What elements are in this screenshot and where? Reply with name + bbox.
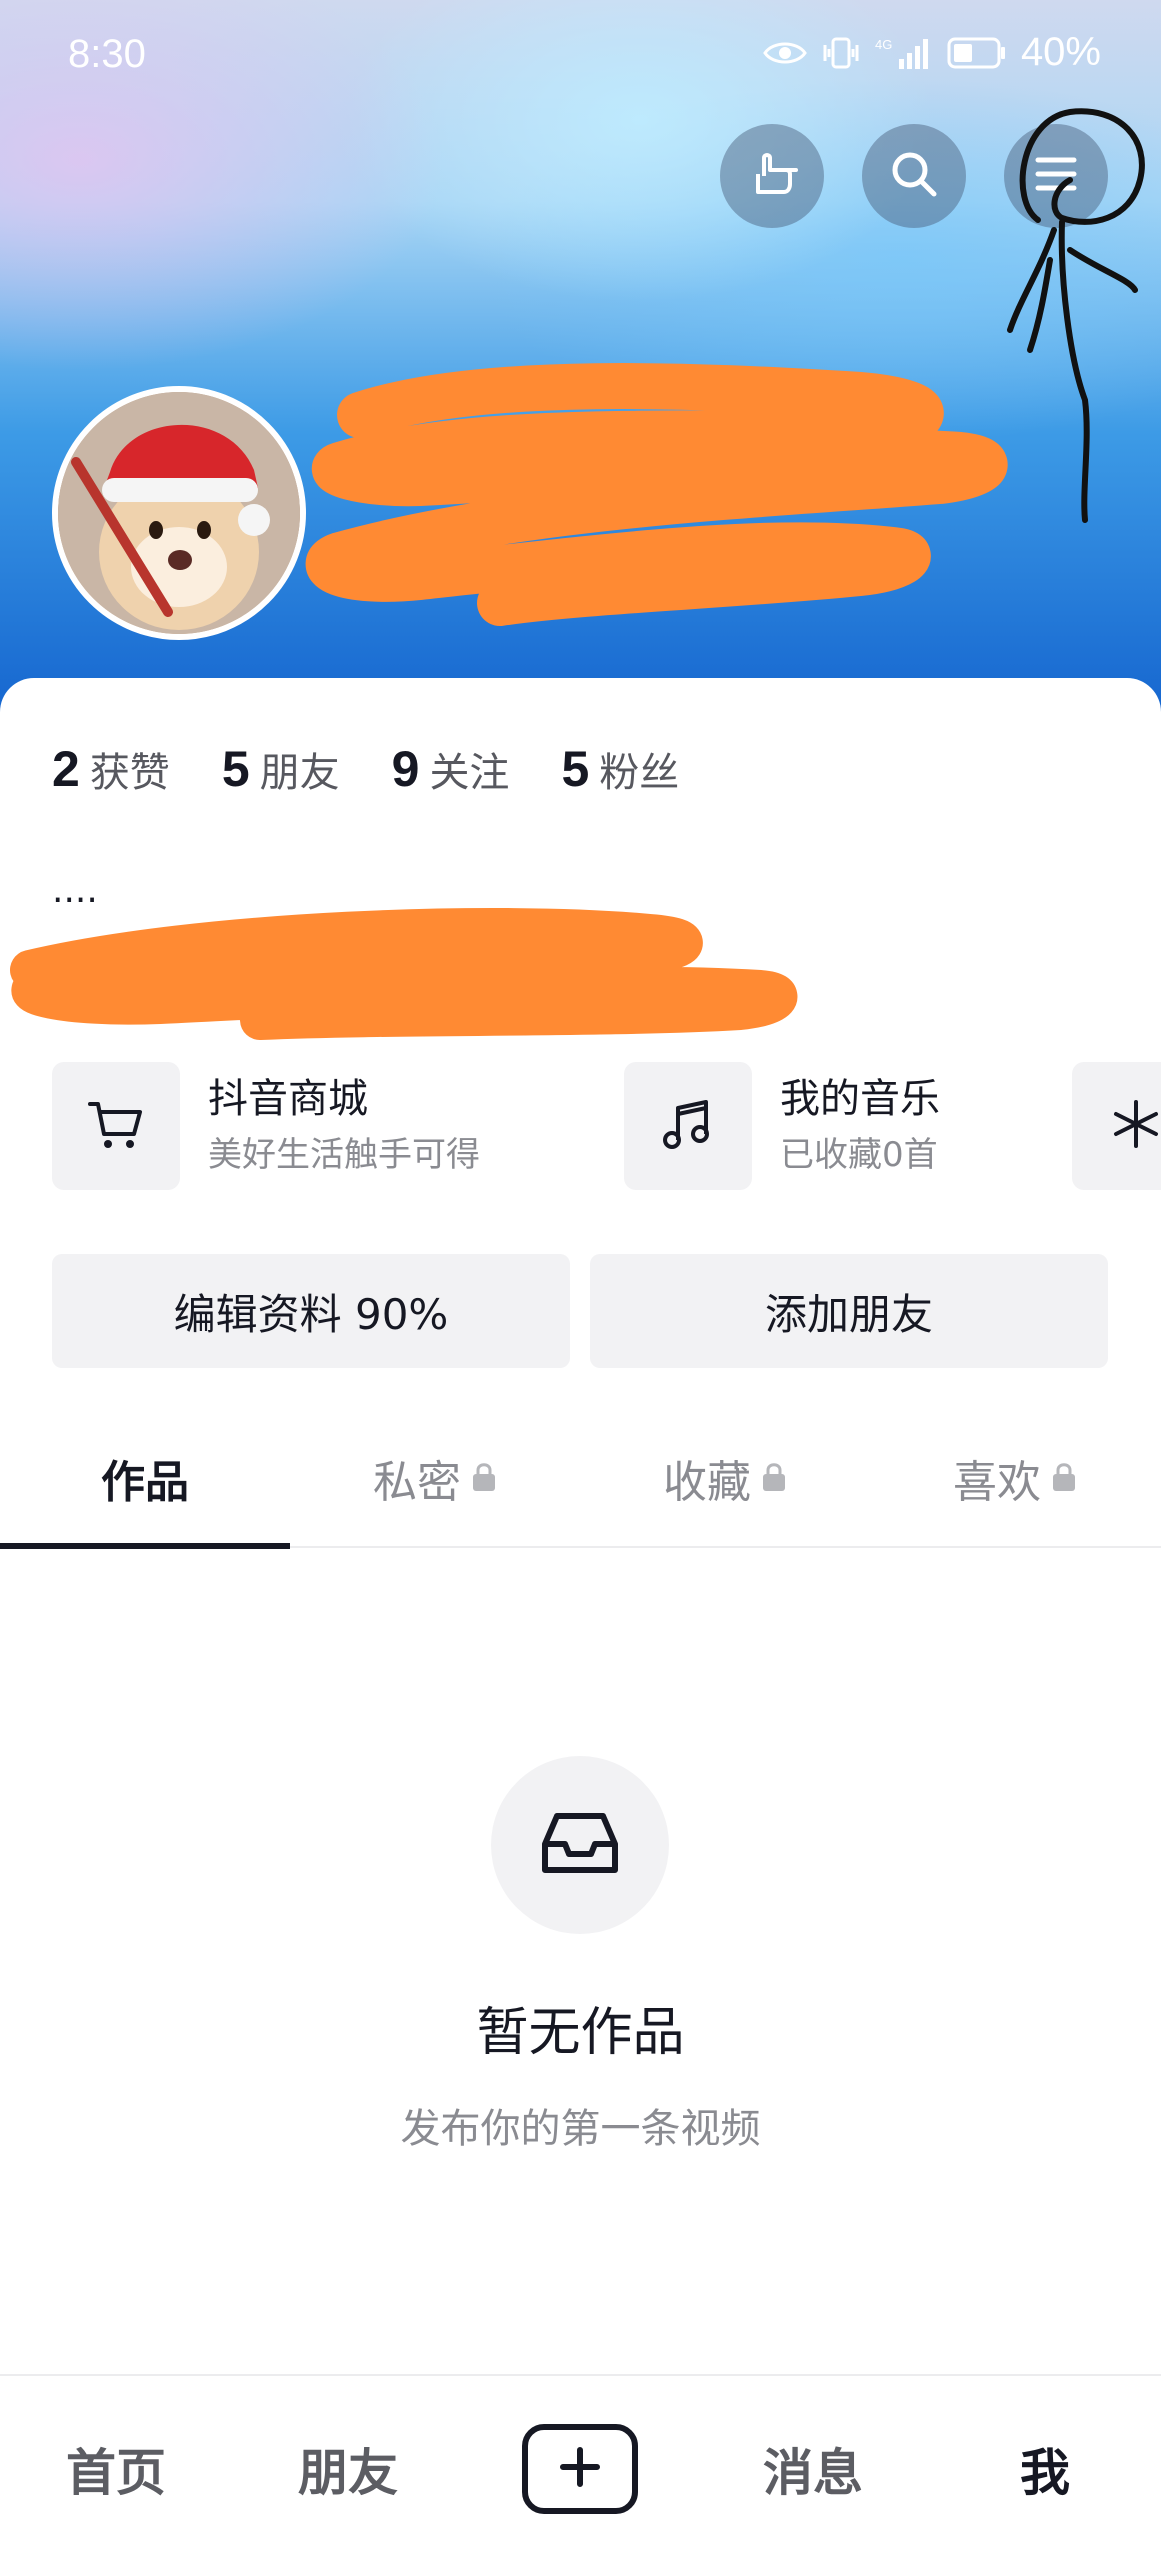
tab-private-label: 私密 bbox=[373, 1457, 461, 1508]
lock-icon bbox=[761, 1453, 787, 1504]
stat-following[interactable]: 9 关注 bbox=[392, 740, 510, 798]
stat-followers[interactable]: 5 粉丝 bbox=[561, 740, 679, 798]
empty-state-subtitle: 发布你的第一条视频 bbox=[400, 2106, 761, 2152]
tab-likes[interactable]: 喜欢 bbox=[870, 1408, 1160, 1548]
service-mall-text: 抖音商城 美好生活触手可得 bbox=[208, 1073, 480, 1179]
avatar-hamster-image bbox=[58, 392, 300, 634]
service-music-text: 我的音乐 已收藏0首 bbox=[780, 1073, 940, 1179]
edit-profile-button[interactable]: 编辑资料 90% bbox=[52, 1254, 570, 1368]
service-more[interactable] bbox=[1072, 1062, 1161, 1190]
service-music-title: 我的音乐 bbox=[780, 1076, 940, 1122]
content-tabs: 作品 私密 收藏 喜欢 bbox=[0, 1408, 1161, 1549]
active-tab-indicator bbox=[0, 1543, 290, 1549]
plus-icon bbox=[557, 2444, 603, 2494]
status-time: 8:30 bbox=[68, 32, 146, 76]
cart-icon-box bbox=[52, 1062, 180, 1190]
battery-percent: 40% bbox=[1020, 30, 1101, 74]
profile-page: 8:30 4G 40% 2 获赞 5 朋友 9 关注 5 粉丝 .... 抖音商… bbox=[0, 0, 1161, 2560]
nav-friends[interactable]: 朋友 bbox=[232, 2376, 464, 2560]
gesture-icon bbox=[744, 146, 800, 206]
tab-likes-label: 喜欢 bbox=[953, 1457, 1041, 1508]
search-icon bbox=[886, 146, 942, 206]
stat-friends[interactable]: 5 朋友 bbox=[222, 740, 340, 798]
inbox-icon bbox=[537, 1808, 623, 1882]
stat-following-value: 9 bbox=[391, 741, 420, 797]
nav-me[interactable]: 我 bbox=[929, 2376, 1161, 2560]
stat-likes[interactable]: 2 获赞 bbox=[52, 740, 170, 798]
tab-private[interactable]: 私密 bbox=[290, 1408, 580, 1548]
stat-friends-value: 5 bbox=[221, 741, 250, 797]
eye-icon bbox=[763, 38, 807, 68]
music-icon-box bbox=[624, 1062, 752, 1190]
stat-followers-label: 粉丝 bbox=[599, 750, 680, 796]
service-mall-title: 抖音商城 bbox=[208, 1076, 368, 1122]
services-row: 抖音商城 美好生活触手可得 我的音乐 已收藏0首 bbox=[52, 1062, 1161, 1190]
tab-favorites-label: 收藏 bbox=[663, 1457, 751, 1508]
gesture-button[interactable] bbox=[720, 124, 824, 228]
stat-friends-label: 朋友 bbox=[259, 750, 340, 796]
nav-home[interactable]: 首页 bbox=[0, 2376, 232, 2560]
cart-icon bbox=[86, 1094, 146, 1158]
tab-works[interactable]: 作品 bbox=[0, 1408, 290, 1548]
bottom-nav: 首页 朋友 消息 我 bbox=[0, 2374, 1161, 2560]
service-music[interactable]: 我的音乐 已收藏0首 bbox=[624, 1062, 940, 1190]
stat-likes-label: 获赞 bbox=[89, 750, 170, 796]
bio-scribble bbox=[10, 908, 798, 1040]
nav-create-button[interactable] bbox=[522, 2424, 638, 2514]
username-scribble bbox=[305, 363, 1008, 626]
sparkle-icon-box bbox=[1072, 1062, 1161, 1190]
stat-followers-value: 5 bbox=[561, 741, 590, 797]
empty-state-title: 暂无作品 bbox=[476, 2003, 685, 2063]
search-button[interactable] bbox=[862, 124, 966, 228]
profile-stats: 2 获赞 5 朋友 9 关注 5 粉丝 bbox=[52, 740, 679, 798]
tab-works-label: 作品 bbox=[101, 1457, 189, 1508]
lock-icon bbox=[1051, 1453, 1077, 1504]
battery-icon bbox=[947, 36, 1007, 70]
service-music-subtitle: 已收藏0首 bbox=[780, 1135, 938, 1175]
status-bar: 8:30 4G 40% bbox=[0, 0, 1161, 110]
vibrate-icon bbox=[821, 35, 861, 71]
nav-messages[interactable]: 消息 bbox=[697, 2376, 929, 2560]
service-mall[interactable]: 抖音商城 美好生活触手可得 bbox=[52, 1062, 480, 1190]
sparkle-icon bbox=[1106, 1094, 1161, 1158]
add-friends-button[interactable]: 添加朋友 bbox=[590, 1254, 1108, 1368]
service-mall-subtitle: 美好生活触手可得 bbox=[208, 1135, 480, 1175]
tab-favorites[interactable]: 收藏 bbox=[580, 1408, 870, 1548]
empty-state-icon-circle bbox=[491, 1756, 669, 1934]
stat-following-label: 关注 bbox=[429, 750, 510, 796]
music-icon bbox=[658, 1094, 718, 1158]
avatar[interactable] bbox=[52, 386, 306, 640]
network-label: 4G bbox=[875, 37, 892, 52]
lock-icon bbox=[471, 1453, 497, 1504]
status-icons: 4G 40% bbox=[763, 30, 1101, 75]
stat-likes-value: 2 bbox=[52, 741, 80, 797]
signal-icon: 4G bbox=[875, 35, 933, 71]
